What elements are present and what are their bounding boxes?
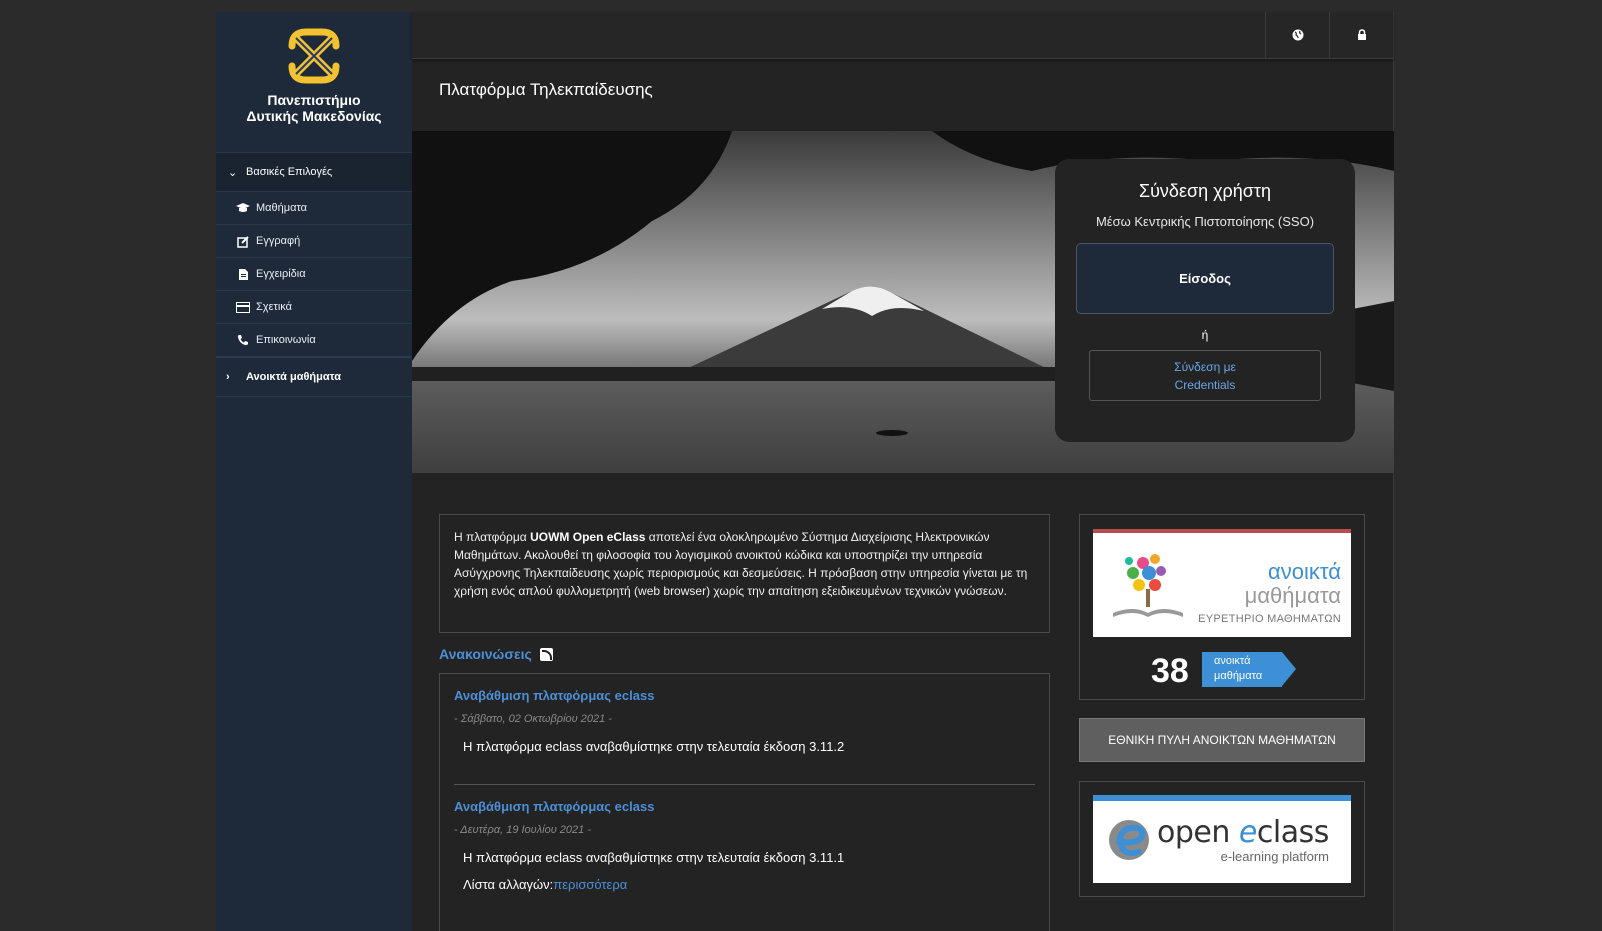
sso-login-button[interactable]: Είσοδος [1076,243,1334,314]
announcement-more: Λίστα αλλαγών:περισσότερα [463,877,1035,892]
language-button[interactable] [1265,12,1329,58]
divider [454,784,1035,785]
graduation-cap-icon [233,202,253,214]
description-prefix: Η πλατφόρμα [454,530,531,544]
sidebar-item-label: Μαθήματα [256,202,308,214]
eclass-word-class: class [1256,815,1329,850]
sidebar-item-label: Επικοινωνία [256,334,316,346]
nav-section-label: Βασικές Επιλογές [246,166,333,178]
edit-icon [233,235,253,248]
cred-line-2: Credentials [1174,377,1236,392]
document-icon [233,268,253,281]
announcement-title[interactable]: Αναβάθμιση πλατφόρμας eclass [454,688,1035,703]
sidebar-item-about[interactable]: Σχετικά [216,291,412,324]
open-courses-word2: μαθήματα [1244,583,1341,608]
tree-book-icon [1113,554,1183,617]
card-icon [233,301,253,313]
page-title: Πλατφόρμα Τηλεκπαίδευσης [439,80,653,99]
eclass-word-open: open [1157,815,1239,850]
eclass-widget: open eclass e-learning platform [1079,781,1365,897]
announcement-title[interactable]: Αναβάθμιση πλατφόρμας eclass [454,799,1035,814]
nav-section-open-courses[interactable]: › Ανοικτά μαθήματα [216,357,412,397]
university-name: Πανεπιστήμιο Δυτικής Μακεδονίας [246,92,381,124]
rss-icon[interactable] [539,647,553,661]
open-courses-banner[interactable]: ανοικτά μαθήματα ΕΥΡΕΤΗΡΙΟ ΜΑΘΗΜΑΤΩΝ [1093,529,1351,637]
main-content: Πλατφόρμα Τηλεκπαίδευσης Σύνδεση χρήστη … [412,12,1394,931]
login-lock-button[interactable] [1329,12,1393,58]
lock-icon [1357,29,1366,40]
sidebar: Πανεπιστήμιο Δυτικής Μακεδονίας ⌄ Βασικέ… [216,12,412,931]
eclass-banner[interactable]: open eclass e-learning platform [1093,795,1351,883]
sidebar-item-label: Εγχειρίδια [256,268,306,280]
chevron-down-icon: ⌄ [228,166,238,179]
login-card: Σύνδεση χρήστη Μέσω Κεντρικής Πιστοποίησ… [1055,159,1355,442]
login-subtitle: Μέσω Κεντρικής Πιστοποίησης (SSO) [1095,214,1315,229]
open-courses-count: 38 [1151,652,1189,690]
announcement-body: Η πλατφόρμα eclass αναβαθμίστηκε στην τε… [463,739,845,754]
phone-icon [233,334,253,346]
list-item: Αναβάθμιση πλατφόρμας eclass - Σάββατο, … [454,688,1035,754]
announcement-date: - Δευτέρα, 19 Ιουλίου 2021 - [454,824,591,836]
more-prefix: Λίστα αλλαγών: [463,877,554,892]
sidebar-item-label: Σχετικά [256,301,292,313]
open-courses-widget: ανοικτά μαθήματα ΕΥΡΕΤΗΡΙΟ ΜΑΘΗΜΑΤΩΝ 38 … [1079,514,1365,700]
sidebar-item-register[interactable]: Εγγραφή [216,225,412,258]
announcements-header[interactable]: Ανακοινώσεις [439,646,553,662]
eclass-subtitle: e-learning platform [1220,849,1329,864]
knot-logo-icon [288,28,340,84]
more-link[interactable]: περισσότερα [553,877,627,892]
announcements-list: Αναβάθμιση πλατφόρμας eclass - Σάββατο, … [439,673,1050,931]
hero-banner: Σύνδεση χρήστη Μέσω Κεντρικής Πιστοποίησ… [412,131,1394,473]
login-title: Σύνδεση χρήστη [1138,181,1272,201]
description-brand: UOWM Open eClass [530,530,646,544]
eclass-word-e: e [1238,815,1257,850]
announcement-date: - Σάββατο, 02 Οκτωβρίου 2021 - [454,713,612,725]
list-item: Αναβάθμιση πλατφόρμας eclass - Δευτέρα, … [454,799,1035,892]
open-courses-word3: ΕΥΡΕΤΗΡΙΟ ΜΑΘΗΜΑΤΩΝ [1198,613,1341,625]
cred-line-1: Σύνδεση με [1174,359,1236,374]
or-separator: ή [1201,328,1209,342]
announcement-body: Η πλατφόρμα eclass αναβαθμίστηκε στην τε… [463,850,845,865]
logo-line-1: Πανεπιστήμιο [267,92,361,108]
platform-description: Η πλατφόρμα UOWM Open eClass αποτελεί έν… [439,514,1050,633]
eclass-logo-icon [1109,820,1149,860]
sidebar-item-label: Εγγραφή [256,235,301,247]
eclass-wordmark: open eclass [1157,815,1329,850]
top-bar [412,12,1393,59]
national-portal-button[interactable]: ΕΘΝΙΚΗ ΠΥΛΗ ΑΝΟΙΚΤΩΝ ΜΑΘΗΜΑΤΩΝ [1079,718,1365,762]
badge-line-1: ανοικτά [1214,655,1251,667]
logo-line-2: Δυτικής Μακεδονίας [246,108,382,124]
chevron-right-icon: › [226,371,230,383]
sidebar-item-courses[interactable]: Μαθήματα [216,192,412,225]
announcements-title: Ανακοινώσεις [439,646,532,662]
sidebar-item-contact[interactable]: Επικοινωνία [216,324,412,357]
badge-line-2: μαθήματα [1214,670,1263,682]
nav-section-basic[interactable]: ⌄ Βασικές Επιλογές [216,152,412,192]
open-courses-badge[interactable]: ανοικτά μαθήματα [1202,652,1296,687]
university-logo[interactable]: Πανεπιστήμιο Δυτικής Μακεδονίας [216,12,412,152]
nav-section-label: Ανοικτά μαθήματα [246,371,341,383]
credentials-login-button[interactable]: Σύνδεση με Credentials [1089,350,1321,401]
globe-icon [1292,29,1303,41]
open-courses-word1: ανοικτά [1268,559,1341,584]
sidebar-item-manuals[interactable]: Εγχειρίδια [216,258,412,291]
